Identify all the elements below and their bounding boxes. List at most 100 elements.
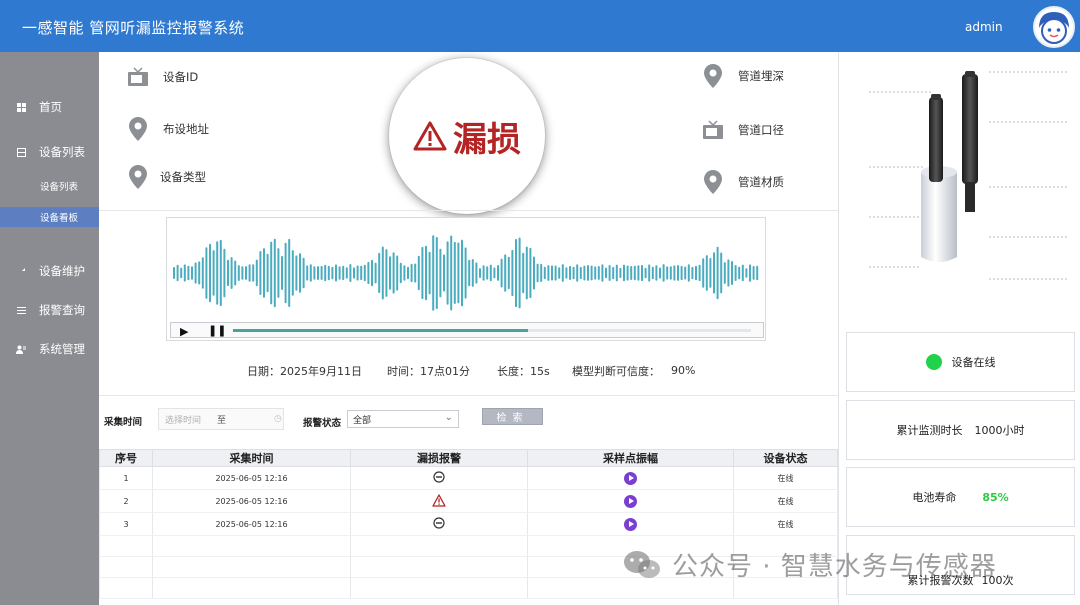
row-alarm (350, 489, 528, 513)
pause-icon[interactable]: ❚❚ (208, 324, 226, 337)
select-value: 全部 (353, 415, 372, 426)
location-pin-icon (702, 170, 724, 194)
waveform-bar (756, 265, 759, 281)
waveform-bar (468, 259, 471, 287)
waveform-bar (601, 264, 604, 282)
avatar-face-icon (1035, 8, 1073, 46)
waveform-bar (716, 246, 719, 300)
waveform-bar (295, 255, 298, 291)
waveform-bar (723, 262, 726, 284)
sidebar-subitem-device-list[interactable]: 设备列表 (0, 176, 99, 196)
watermark: 公众号 · 智慧水务与传感器 (622, 546, 997, 583)
search-button[interactable]: 检索 (482, 408, 543, 425)
minus-circle-icon (433, 471, 445, 485)
monitor-duration-label: 累计监测时长 (896, 424, 963, 437)
waveform-bar (731, 261, 733, 285)
sidebar-item-system[interactable]: 系统管理 (0, 338, 99, 360)
waveform-bar (605, 267, 607, 279)
waveform-bar (194, 262, 197, 284)
sidebar-item-label: 设备列表 (39, 145, 85, 159)
waveform-bar (576, 264, 579, 282)
waveform-bar (619, 267, 622, 278)
waveform-bar (554, 265, 557, 281)
waveform-bar (641, 264, 643, 282)
sidebar-subitem-device-board[interactable]: 设备看板 (0, 207, 99, 227)
waveform-bar (327, 265, 330, 281)
leak-status-text: 漏损 (453, 119, 521, 160)
sidebar-item-alarm-query[interactable]: 报警查询 (0, 299, 99, 321)
leak-status-badge: 漏损 (389, 58, 545, 214)
progress-fill (233, 329, 529, 332)
monitor-duration-value: 1000小时 (974, 424, 1025, 437)
waveform-bar (752, 266, 755, 280)
play-circle-icon[interactable] (624, 471, 637, 485)
avatar[interactable] (1033, 6, 1075, 48)
filter-time-label: 采集时间 (104, 417, 143, 428)
play-icon[interactable]: ▶ (180, 325, 188, 338)
waveform-bar (572, 266, 575, 280)
waveform-bar (569, 265, 571, 280)
meta-confidence-label: 模型判断可信度： (572, 365, 660, 378)
waveform-bar (399, 262, 402, 284)
progress-track[interactable] (233, 329, 751, 332)
waveform-bar (540, 263, 543, 282)
waveform-bar (367, 261, 370, 285)
waveform-bar (615, 264, 618, 282)
waveform-bar (623, 264, 625, 282)
waveform-bar (702, 258, 705, 288)
column-header: 设备状态 (733, 449, 838, 467)
info-address: 布设地址 (127, 117, 209, 141)
waveform-bar (435, 237, 438, 310)
waveform-bar (648, 264, 651, 282)
waveform-bar (241, 266, 244, 280)
sidebar-item-home[interactable]: 首页 (0, 96, 99, 118)
waveform-bar (479, 268, 481, 278)
table-row[interactable]: 2 2025-06-05 12:16 在线 (99, 489, 838, 513)
waveform-bar (410, 263, 413, 283)
waveform-bar (356, 265, 359, 281)
waveform-bar (198, 261, 201, 285)
play-circle-icon[interactable] (624, 517, 637, 531)
waveform-bar (252, 264, 255, 282)
waveform-bar (234, 260, 237, 286)
column-header: 采集时间 (152, 449, 351, 467)
sidebar-item-maintenance[interactable]: 设备维护 (0, 260, 99, 282)
device-icon (16, 147, 26, 157)
sidebar-item-device-list[interactable]: 设备列表 (0, 141, 99, 163)
play-circle-icon[interactable] (624, 494, 637, 508)
waveform-bar (633, 265, 636, 281)
waveform-bar (691, 266, 694, 280)
waveform-bar (353, 267, 355, 279)
clock-icon: ◷ (274, 414, 282, 424)
waveform-bar (299, 253, 301, 293)
waveform-bar (493, 267, 496, 279)
waveform-bar (349, 264, 352, 282)
waveform-bar (173, 267, 175, 279)
column-header: 序号 (99, 449, 153, 467)
waveform-bar (417, 255, 420, 291)
info-pipe-depth: 管道埋深 (702, 64, 784, 88)
divider (99, 210, 838, 211)
waveform-bar (176, 264, 179, 282)
waveform-bar (745, 268, 748, 278)
waveform-bar (651, 266, 654, 280)
time-range-separator: 至 (217, 415, 227, 426)
waveform-bar (219, 239, 222, 307)
time-range-input[interactable]: 选择时间 至 ◷ (158, 408, 284, 430)
grid-icon (16, 102, 26, 112)
waveform-bar (331, 266, 334, 280)
waveform-bar (705, 255, 708, 291)
waveform-bar (403, 265, 406, 281)
row-index: 3 (99, 512, 153, 536)
waveform-bar (680, 265, 683, 281)
status-dot-icon (925, 354, 942, 370)
username[interactable]: admin (965, 20, 1003, 34)
table-row[interactable]: 1 2025-06-05 12:16 在线 (99, 466, 838, 490)
battery-life-label: 电池寿命 (912, 491, 957, 504)
waveform-bar (374, 262, 377, 284)
waveform-panel: ▶ ❚❚ (166, 217, 766, 341)
waveform-bar (385, 249, 388, 297)
alarm-status-select[interactable]: 全部 ⌄ (347, 410, 459, 428)
table-row[interactable]: 3 2025-06-05 12:16 在线 (99, 512, 838, 536)
waveform-bar (655, 265, 658, 281)
